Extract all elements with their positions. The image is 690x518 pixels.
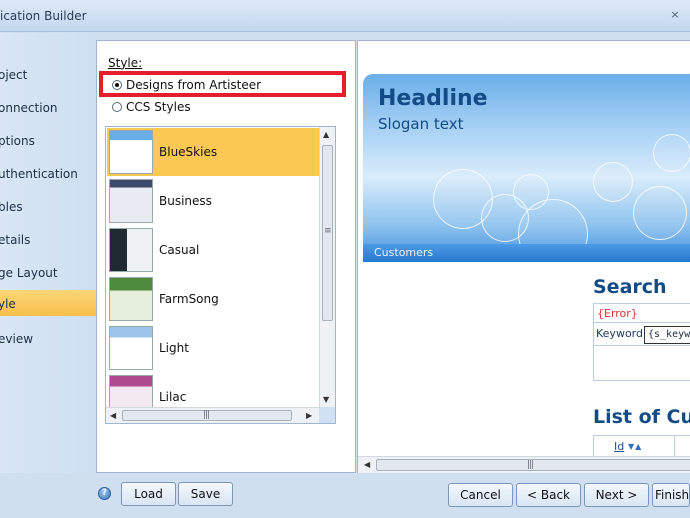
list-item[interactable]: Light bbox=[107, 324, 321, 372]
title-bar: ication Builder × bbox=[0, 0, 690, 32]
design-name: FarmSong bbox=[159, 292, 219, 306]
preview-grid-header: Id ▼▲ bbox=[593, 435, 690, 458]
scroll-down-icon[interactable]: ▼ bbox=[323, 395, 329, 404]
preview-keyword-input: {s_keyword} bbox=[644, 326, 690, 344]
design-name: Lilac bbox=[159, 390, 187, 404]
design-thumbnail bbox=[109, 130, 153, 174]
preview-search-title: Search bbox=[593, 276, 667, 298]
sidebar-item-tables[interactable]: bles bbox=[0, 193, 97, 219]
vertical-scrollbar[interactable]: ▲ ≡ ▼ bbox=[319, 127, 335, 408]
scroll-up-icon[interactable]: ▲ bbox=[323, 130, 329, 139]
preview-column-id: Id bbox=[614, 440, 625, 453]
design-name: Casual bbox=[159, 243, 200, 257]
design-name: Light bbox=[159, 341, 189, 355]
sidebar-item-label: uthentication bbox=[0, 167, 78, 181]
list-item[interactable]: BlueSkies bbox=[107, 128, 321, 176]
sidebar-item-options[interactable]: ptions bbox=[0, 127, 97, 153]
style-panel: Style: Designs from Artisteer CCS Styles… bbox=[96, 40, 356, 473]
sidebar-item-style[interactable]: yle bbox=[0, 290, 105, 316]
sidebar-item-label: yle bbox=[0, 297, 16, 311]
next-button[interactable]: Next > bbox=[584, 483, 649, 507]
sidebar: oject onnection ptions uthentication ble… bbox=[0, 33, 105, 473]
scroll-thumb[interactable]: ||| bbox=[376, 459, 690, 471]
close-icon[interactable]: × bbox=[668, 8, 682, 22]
scroll-right-icon[interactable]: ▶ bbox=[306, 411, 312, 420]
sidebar-item-label: oject bbox=[0, 68, 28, 82]
help-icon[interactable]: ? bbox=[98, 487, 111, 500]
sort-icon: ▼▲ bbox=[628, 442, 643, 451]
design-thumbnail bbox=[109, 277, 153, 321]
scroll-thumb[interactable]: ||| bbox=[122, 410, 292, 421]
preview-horizontal-scrollbar[interactable]: ◀ ||| bbox=[358, 456, 690, 473]
sidebar-item-label: eview bbox=[0, 332, 34, 346]
window-title: ication Builder bbox=[0, 9, 87, 23]
sidebar-item-details[interactable]: etails bbox=[0, 226, 97, 252]
sidebar-item-label: etails bbox=[0, 233, 31, 247]
horizontal-scrollbar[interactable]: ◀ ||| ▶ bbox=[106, 407, 320, 423]
sidebar-item-label: ge Layout bbox=[0, 266, 58, 280]
highlight-annotation bbox=[99, 71, 346, 97]
finish-button[interactable]: Finish bbox=[652, 483, 690, 507]
sidebar-item-authentication[interactable]: uthentication bbox=[0, 160, 97, 186]
style-label: Style: bbox=[108, 56, 143, 70]
sidebar-item-label: ptions bbox=[0, 134, 35, 148]
scroll-left-icon[interactable]: ◀ bbox=[110, 411, 116, 420]
sidebar-item-label: onnection bbox=[0, 101, 58, 115]
sidebar-item-connection[interactable]: onnection bbox=[0, 94, 97, 120]
save-button[interactable]: Save bbox=[178, 482, 233, 506]
preview-menu-bar: Customers bbox=[363, 244, 690, 262]
scroll-left-icon[interactable]: ◀ bbox=[364, 460, 370, 469]
preview-search-form: {Error} Keyword {s_keyword} bbox=[593, 303, 690, 381]
design-name: Business bbox=[159, 194, 212, 208]
back-button[interactable]: < Back bbox=[516, 483, 581, 507]
design-thumbnail bbox=[109, 179, 153, 223]
list-item[interactable]: Casual bbox=[107, 226, 321, 274]
list-item[interactable]: Business bbox=[107, 177, 321, 225]
design-name: BlueSkies bbox=[159, 145, 218, 159]
sidebar-item-project[interactable]: oject bbox=[0, 61, 97, 87]
preview-keyword-row: Keyword {s_keyword} bbox=[594, 322, 690, 346]
radio-unselected-icon bbox=[112, 102, 122, 112]
design-list[interactable]: BlueSkies Business Casual FarmSong Light… bbox=[105, 126, 336, 424]
scroll-corner bbox=[319, 407, 335, 423]
sidebar-item-preview[interactable]: eview bbox=[0, 325, 97, 351]
sidebar-item-label: bles bbox=[0, 200, 23, 214]
preview-keyword-label: Keyword bbox=[596, 327, 643, 340]
preview-menu-item: Customers bbox=[374, 246, 434, 259]
preview-error: {Error} bbox=[597, 307, 638, 320]
preview-list-title: List of Customers bbox=[593, 406, 690, 428]
design-thumbnail bbox=[109, 228, 153, 272]
preview-slogan: Slogan text bbox=[378, 115, 464, 133]
cancel-button[interactable]: Cancel bbox=[448, 483, 513, 507]
preview-headline: Headline bbox=[378, 86, 488, 111]
sidebar-item-page-layout[interactable]: ge Layout bbox=[0, 259, 97, 285]
design-thumbnail bbox=[109, 326, 153, 370]
radio-ccs-styles[interactable]: CCS Styles bbox=[112, 100, 191, 114]
preview-pane: Headline Slogan text Customers Search {E… bbox=[357, 40, 690, 473]
load-button[interactable]: Load bbox=[121, 482, 176, 506]
preview-banner: Headline Slogan text bbox=[363, 74, 690, 262]
scroll-thumb[interactable]: ≡ bbox=[322, 145, 333, 321]
radio-label: CCS Styles bbox=[126, 100, 191, 114]
list-item[interactable]: FarmSong bbox=[107, 275, 321, 323]
